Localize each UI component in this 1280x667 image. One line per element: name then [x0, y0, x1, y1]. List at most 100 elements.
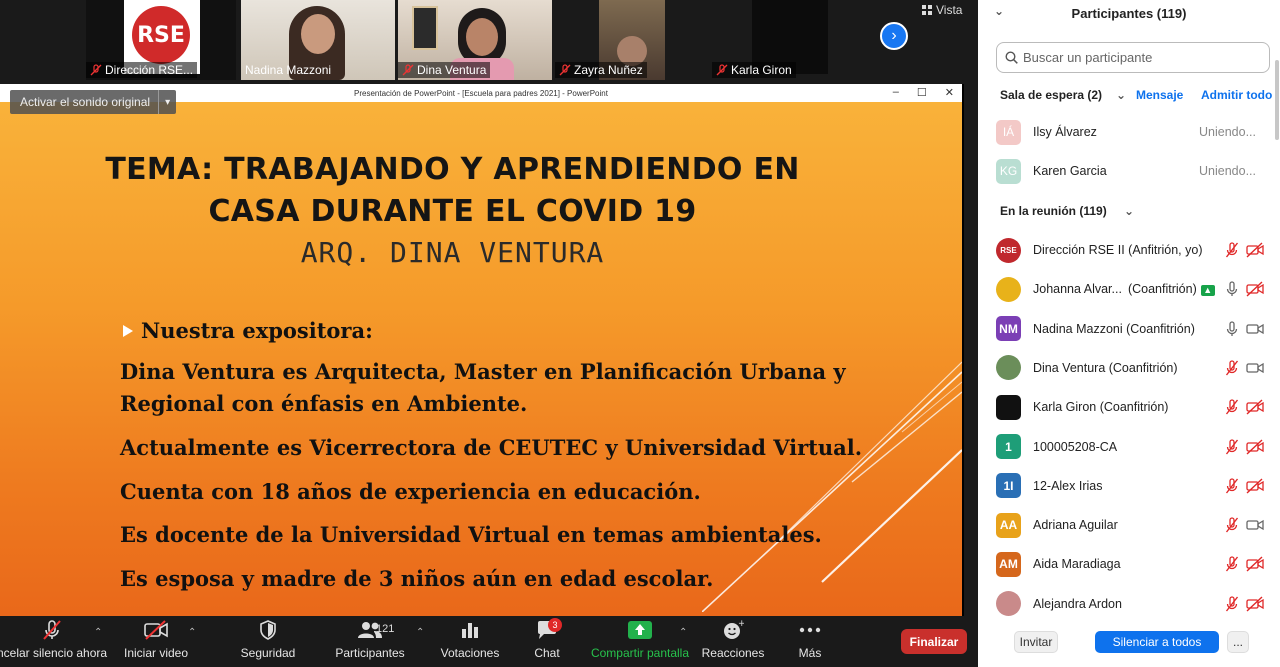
participant-name-text: Johanna Alvar... [1033, 282, 1122, 297]
shield-icon [260, 620, 276, 640]
video-tile[interactable]: Nadina Mazzoni [241, 0, 395, 80]
video-off-icon[interactable] [1246, 242, 1264, 258]
reactions-icon: + [724, 619, 744, 639]
muted-mic-icon[interactable] [1225, 438, 1239, 455]
avatar [996, 355, 1021, 381]
security-button[interactable]: Seguridad [236, 617, 300, 667]
presentation-slide: TEMA: TRABAJANDO Y APRENDIENDO EN CASA D… [0, 102, 962, 616]
slide-author: ARQ. DINA VENTURA [300, 236, 605, 269]
mic-icon[interactable] [1225, 281, 1239, 297]
muted-mic-icon[interactable] [1225, 596, 1239, 612]
chevron-up-icon[interactable]: ⌃ [679, 627, 687, 638]
participant-name: 12-Alex Irias [1033, 479, 1102, 493]
participant-name: Ilsy Álvarez [1033, 125, 1097, 139]
view-button[interactable]: Vista [922, 3, 962, 17]
mute-all-button[interactable]: Silenciar a todos [1095, 631, 1219, 653]
slide-text-line: Regional con énfasis en Ambiente. [120, 391, 528, 416]
share-screen-icon [628, 621, 652, 639]
chevron-down-icon[interactable]: ▾ [158, 90, 176, 114]
in-meeting-header[interactable]: En la reunión (119) ⌄ [978, 200, 1280, 222]
polls-button[interactable]: Votaciones [436, 617, 504, 667]
maximize-icon[interactable]: ☐ [917, 86, 927, 99]
chat-label: Chat [534, 646, 560, 660]
muted-mic-icon[interactable] [1225, 478, 1239, 494]
participants-panel: ⌄ Participantes (119) Buscar un particip… [978, 0, 1280, 667]
more-dots-icon [799, 627, 821, 633]
list-item[interactable]: AA Adriana Aguilar [978, 507, 1280, 543]
close-icon[interactable]: ✕ [945, 86, 954, 99]
start-video-label: Iniciar video [123, 646, 189, 660]
list-item[interactable]: RSE Dirección RSE II (Anfitrión, yo) [978, 232, 1280, 268]
video-icon[interactable] [1246, 517, 1264, 533]
start-video-button[interactable]: Iniciar video [120, 617, 192, 667]
chevron-up-icon[interactable]: ⌃ [188, 627, 196, 638]
mic-icon[interactable] [1225, 320, 1239, 337]
chevron-down-icon[interactable]: ⌄ [994, 4, 1004, 18]
more-button[interactable]: Más [790, 617, 830, 667]
unmute-button[interactable]: ncelar silencio ahora [0, 617, 107, 667]
chevron-down-icon[interactable]: ⌄ [1124, 204, 1134, 218]
list-item[interactable]: 1I 12-Alex Irias [978, 468, 1280, 504]
participant-name: Karla Giron (Coanfitrión) [1033, 400, 1168, 414]
panel-header: ⌄ Participantes (119) [978, 0, 1280, 26]
chevron-up-icon[interactable]: ⌃ [416, 627, 424, 638]
muted-mic-icon[interactable] [1225, 517, 1239, 533]
avatar: NM [996, 316, 1021, 342]
invite-button[interactable]: Invitar [1014, 631, 1058, 653]
video-off-icon[interactable] [1246, 399, 1264, 415]
next-page-button[interactable]: › [880, 22, 908, 50]
more-options-button[interactable]: ... [1227, 631, 1249, 653]
muted-mic-icon [716, 64, 728, 76]
share-screen-button[interactable]: Compartir pantalla [590, 617, 690, 667]
list-item[interactable]: KG Karen Garcia Uniendo... [978, 153, 1280, 189]
reactions-button[interactable]: + Reacciones [700, 617, 766, 667]
avatar: AA [996, 512, 1021, 538]
video-off-icon[interactable] [1246, 281, 1264, 297]
search-input[interactable]: Buscar un participante [996, 42, 1270, 73]
list-item[interactable]: AM Aida Maradiaga [978, 546, 1280, 582]
search-placeholder: Buscar un participante [1023, 50, 1153, 65]
muted-mic-icon[interactable] [1225, 556, 1239, 572]
chevron-up-icon[interactable]: ⌃ [94, 627, 102, 638]
participant-name-text: Nadina Mazzoni (Coanfitrión) [1033, 321, 1195, 336]
screen-share-icon: ▲ [1200, 284, 1215, 296]
list-item[interactable]: 1 100005208-CA [978, 429, 1280, 465]
list-item[interactable]: Johanna Alvar... (Coanfitrión) ▲ [978, 271, 1280, 307]
list-item[interactable]: Karla Giron (Coanfitrión) [978, 389, 1280, 425]
message-link[interactable]: Mensaje [1136, 88, 1183, 102]
muted-mic-icon [559, 64, 571, 76]
end-meeting-button[interactable]: Finalizar [901, 629, 967, 654]
list-item[interactable]: NM Nadina Mazzoni (Coanfitrión) [978, 311, 1280, 347]
list-item[interactable]: IÁ Ilsy Álvarez Uniendo... [978, 114, 1280, 150]
admit-all-link[interactable]: Admitir todo [1201, 88, 1272, 102]
video-tile[interactable]: Karla Giron [712, 0, 866, 80]
participant-name: Dina Ventura (Coanfitrión) [1033, 361, 1178, 375]
tile-caption: Zayra Nuñez [555, 62, 647, 78]
video-off-icon[interactable] [1246, 596, 1264, 612]
minimize-icon[interactable]: – [893, 86, 899, 99]
list-item[interactable]: Dina Ventura (Coanfitrión) [978, 350, 1280, 386]
avatar: 1 [996, 434, 1021, 459]
muted-mic-icon[interactable] [1225, 242, 1239, 258]
view-label: Vista [936, 3, 963, 17]
muted-mic-icon[interactable] [1225, 360, 1239, 376]
waiting-room-header[interactable]: Sala de espera (2) ⌄ Mensaje Admitir tod… [978, 84, 1280, 106]
video-off-icon[interactable] [1246, 478, 1264, 494]
participant-name: Aida Maradiaga [1033, 557, 1121, 571]
video-tile[interactable]: RSE Dirección RSE... [86, 0, 236, 80]
participant-name: Karen Garcia [1033, 164, 1107, 178]
tile-name: Nadina Mazzoni [245, 63, 332, 77]
video-icon[interactable] [1246, 321, 1264, 337]
participants-button[interactable]: Participantes 121 [330, 617, 410, 667]
muted-mic-icon[interactable] [1225, 399, 1239, 415]
video-off-icon[interactable] [1246, 438, 1264, 455]
video-tile[interactable]: Zayra Nuñez [555, 0, 709, 80]
video-off-icon[interactable] [1246, 556, 1264, 572]
chevron-down-icon[interactable]: ⌄ [1116, 88, 1126, 102]
list-item[interactable]: Alejandra Ardon [978, 586, 1280, 622]
panel-footer: Invitar Silenciar a todos ... [978, 626, 1280, 658]
video-tile[interactable]: Dina Ventura [398, 0, 552, 80]
video-icon[interactable] [1246, 360, 1264, 376]
unmute-original-sound-button[interactable]: Activar el sonido original ▾ [10, 90, 177, 114]
chat-button[interactable]: 3 Chat [526, 617, 568, 667]
